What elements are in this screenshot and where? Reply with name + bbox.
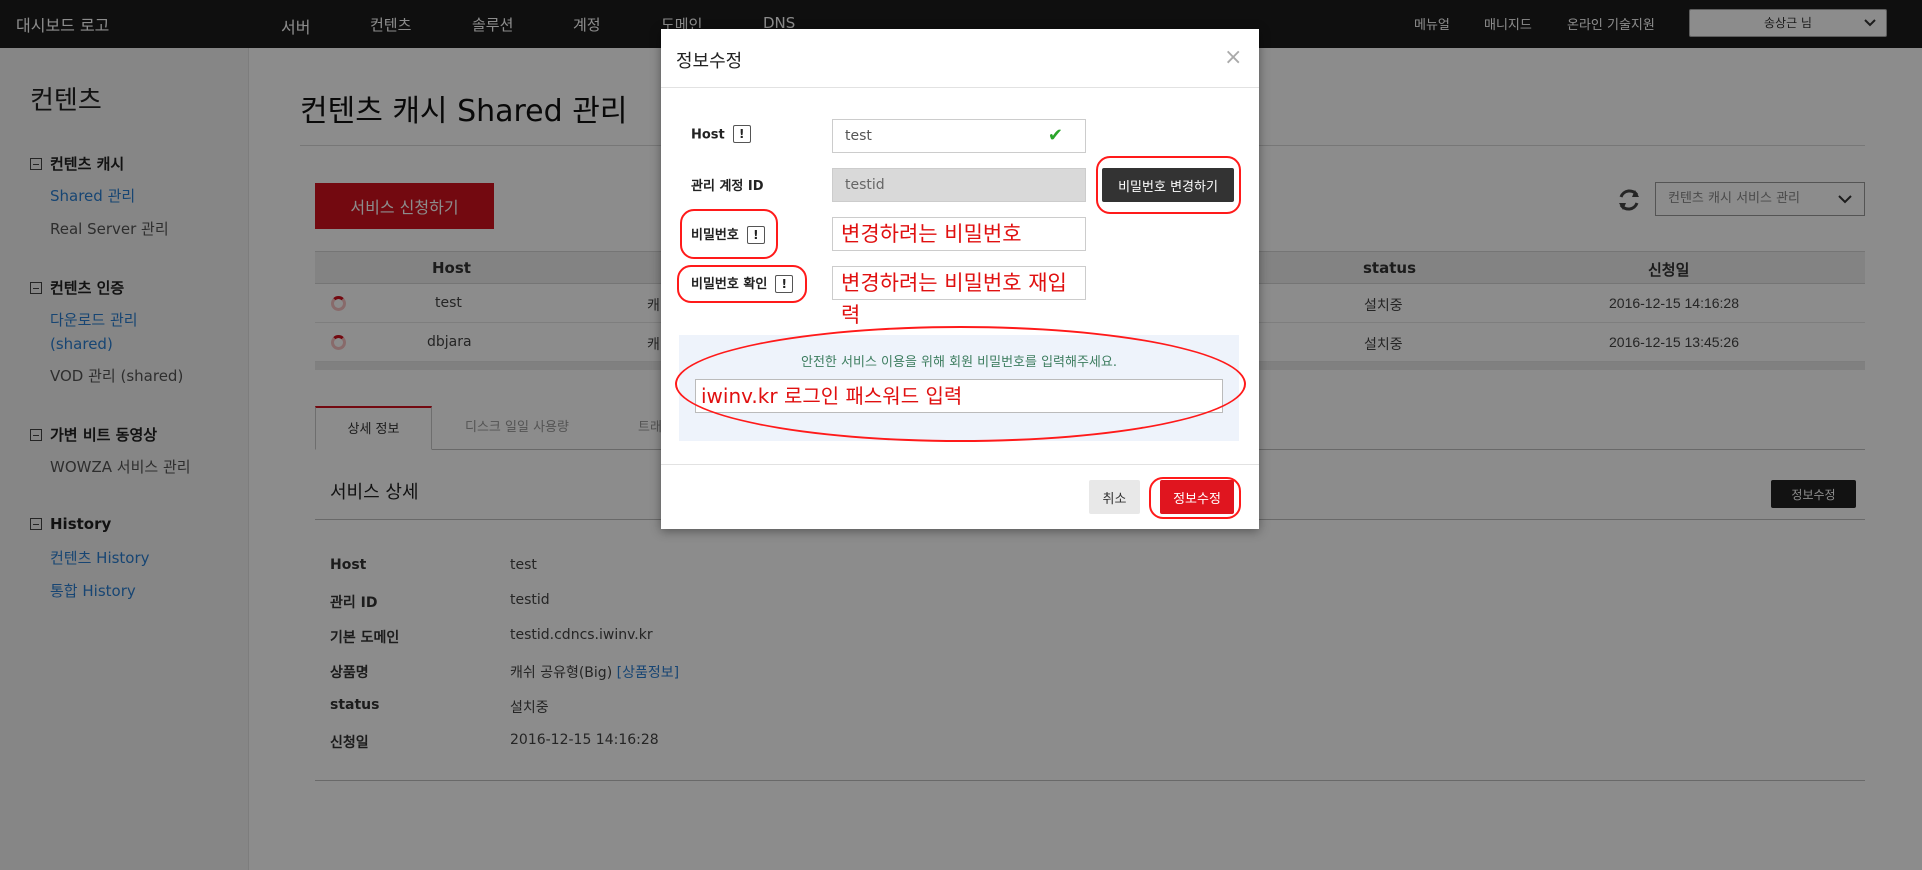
password-input[interactable]: 변경하려는 비밀번호	[832, 217, 1086, 251]
host-input[interactable]: test ✔	[832, 119, 1086, 153]
edit-info-modal: 정보수정 × Host! test ✔ 관리 계정 ID testid 비밀번호 …	[661, 29, 1259, 529]
account-id-label: 관리 계정 ID	[691, 179, 764, 194]
save-button[interactable]: 정보수정	[1160, 480, 1234, 514]
change-password-button[interactable]: 비밀번호 변경하기	[1102, 168, 1234, 202]
password-confirm-label: 비밀번호 확인!	[691, 273, 794, 294]
info-icon[interactable]: !	[732, 125, 751, 143]
password-confirm-input[interactable]: 변경하려는 비밀번호 재입력	[832, 266, 1086, 327]
member-password-box: 안전한 서비스 이용을 위해 회원 비밀번호를 입력해주세요. iwinv.kr…	[679, 335, 1239, 441]
account-id-input: testid	[832, 168, 1086, 202]
cancel-button[interactable]: 취소	[1089, 480, 1140, 514]
password-label: 비밀번호!	[691, 224, 765, 245]
check-icon: ✔	[1047, 125, 1063, 146]
password-confirm-label-text: 비밀번호 확인	[691, 277, 768, 292]
host-label-text: Host	[691, 127, 725, 143]
modal-title: 정보수정	[676, 51, 743, 72]
member-password-input[interactable]: iwinv.kr 로그인 패스워드 입력	[695, 379, 1223, 413]
password-label-text: 비밀번호	[691, 228, 739, 243]
host-label: Host!	[691, 125, 751, 144]
info-icon[interactable]: !	[775, 274, 794, 293]
close-icon[interactable]: ×	[1224, 47, 1242, 69]
info-icon[interactable]: !	[746, 225, 765, 244]
divider	[661, 464, 1259, 465]
divider	[661, 87, 1259, 88]
notice-text: 안전한 서비스 이용을 위해 회원 비밀번호를 입력해주세요.	[801, 355, 1117, 370]
host-input-value: test	[845, 128, 872, 144]
